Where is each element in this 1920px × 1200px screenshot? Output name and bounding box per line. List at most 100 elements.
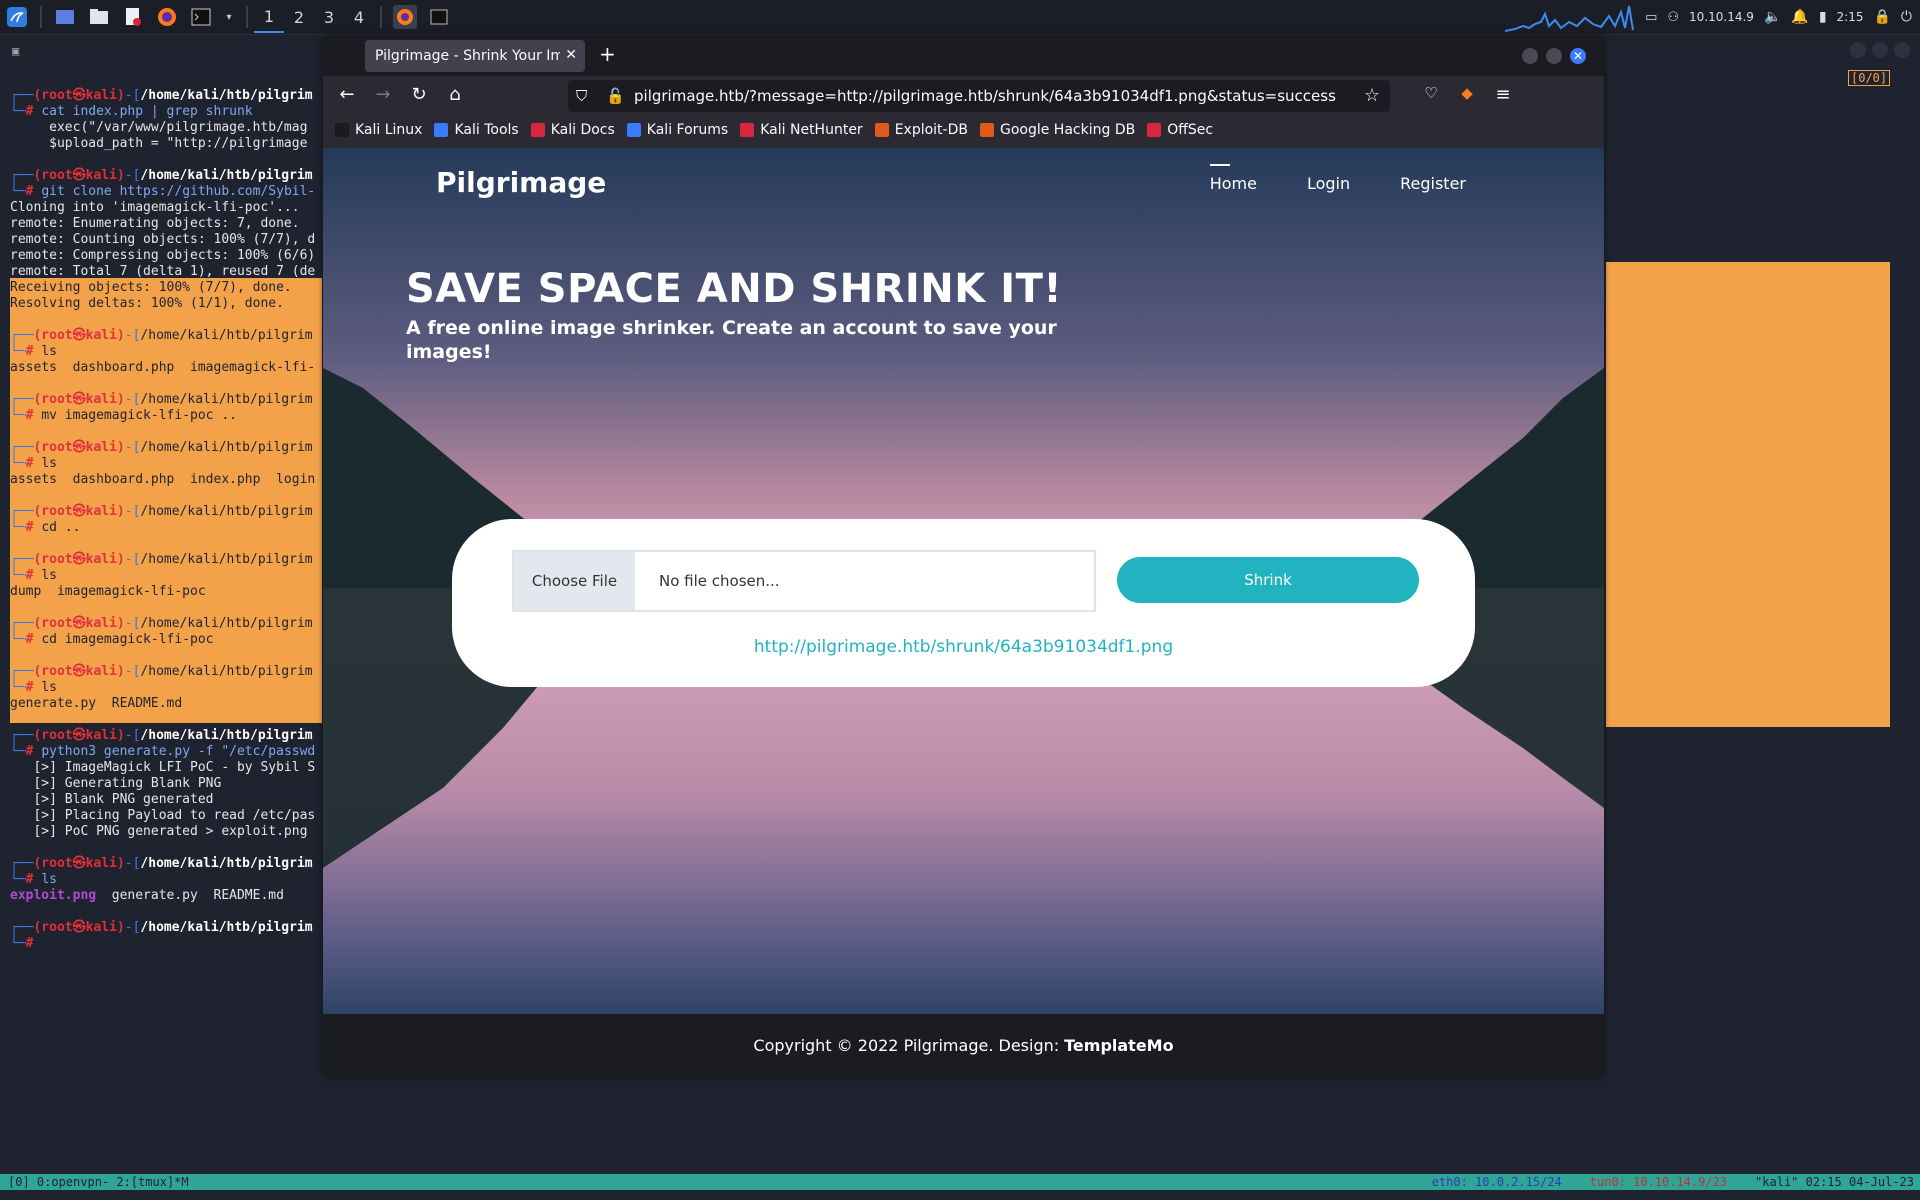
back-button[interactable]: ←: [335, 84, 359, 105]
power-icon[interactable]: ⏻: [1901, 9, 1912, 25]
taskbar-separator: [380, 6, 382, 28]
clock-label[interactable]: 2:15: [1837, 10, 1864, 24]
kali-forums-icon: [626, 123, 641, 137]
site-logo[interactable]: Pilgrimage: [436, 166, 606, 199]
bookmark-label: Kali Tools: [454, 122, 519, 138]
extension-fox-icon[interactable]: ◆: [1455, 84, 1479, 102]
workspace-4[interactable]: 4: [344, 2, 374, 32]
hero-subheadline: A free online image shrinker. Create an …: [406, 317, 1057, 363]
terminal-icon: ▣: [12, 44, 20, 58]
workspace-3[interactable]: 3: [314, 2, 344, 32]
browser-tab[interactable]: Pilgrimage - Shrink Your Images ✕: [365, 40, 585, 72]
tab-bar: Pilgrimage - Shrink Your Images ✕ + ✕: [323, 36, 1604, 76]
terminal-line: └─#: [10, 936, 42, 951]
bookmark-kali-linux[interactable]: Kali Linux: [335, 122, 422, 138]
bookmark-label: Kali Linux: [355, 122, 423, 138]
terminal-line: remote: Total 7 (delta 1), reused 7 (de: [10, 264, 316, 279]
terminal-line: remote: Compressing objects: 100% (6/6): [10, 248, 316, 263]
notification-bell-icon[interactable]: 🔔: [1791, 9, 1808, 25]
kali-tools-icon: [434, 123, 449, 137]
terminal-line: generate.py README.md: [10, 696, 183, 711]
bookmark-label: Exploit-DB: [894, 122, 968, 138]
bookmark-kali-tools[interactable]: Kali Tools: [434, 122, 519, 138]
close-tab-icon[interactable]: ✕: [565, 47, 577, 63]
ghdb-icon: [979, 123, 994, 137]
bookmark-exploit-db[interactable]: Exploit-DB: [874, 122, 968, 138]
terminal-line: assets dashboard.php index.php login: [10, 472, 316, 487]
mountain-lake-background: [323, 368, 1604, 868]
terminal-line: └─# cd imagemagick-lfi-poc: [10, 632, 214, 647]
reload-button[interactable]: ↻: [407, 84, 431, 105]
file-input[interactable]: Choose File No file chosen...: [512, 550, 1096, 612]
tmux-counter: [0/0]: [1848, 70, 1891, 86]
desktop-icon[interactable]: [53, 5, 77, 29]
terminal-line: └─# git clone https://github.com/Sybil-: [10, 184, 316, 199]
bookmark-kali-forums[interactable]: Kali Forums: [626, 122, 728, 138]
firefox-window: Pilgrimage - Shrink Your Images ✕ + ✕ ← …: [323, 36, 1604, 1076]
terminal-line: [>] Blank PNG generated: [10, 792, 214, 807]
terminal-line: [>] Generating Blank PNG: [10, 776, 222, 791]
terminal-line: ┌──(root㉿kali)-[/home/kali/htb/pilgrim: [10, 920, 313, 935]
kali-menu-icon[interactable]: [5, 5, 29, 29]
footer-templatemo-link[interactable]: TemplateMo: [1064, 1036, 1173, 1055]
terminal-icon[interactable]: [189, 5, 213, 29]
minimize-button[interactable]: [1522, 48, 1538, 64]
minimize-button[interactable]: [1850, 42, 1866, 58]
insecure-lock-icon[interactable]: 🔓: [606, 87, 625, 105]
bookmark-offsec[interactable]: OffSec: [1147, 122, 1213, 138]
maximize-button[interactable]: [1872, 42, 1888, 58]
bookmark-google-hacking-db[interactable]: Google Hacking DB: [979, 122, 1135, 138]
pocket-icon[interactable]: ♡: [1419, 84, 1443, 102]
workspace-1[interactable]: 1: [254, 1, 284, 33]
terminal-line: exec("/var/www/pilgrimage.htb/mag: [10, 120, 308, 135]
kali-nethunter-icon: [740, 123, 755, 137]
terminal-line: ┌──(root㉿kali)-[/home/kali/htb/pilgrim: [10, 392, 313, 407]
file-name-placeholder: No file chosen...: [659, 572, 780, 590]
terminal-line: └─# ls: [10, 456, 57, 471]
battery-icon: ▮: [1818, 9, 1827, 25]
terminal-line: ┌──(root㉿kali)-[/home/kali/htb/pilgrim: [10, 88, 313, 103]
bookmark-kali-docs[interactable]: Kali Docs: [530, 122, 615, 138]
shield-icon[interactable]: ⛉: [576, 87, 596, 105]
footer-copyright: Copyright © 2022 Pilgrimage. Design:: [753, 1035, 1060, 1055]
terminal-pane[interactable]: ▣ ┌──(root㉿kali)-[/home/kali/htb/pilgrim…: [0, 38, 322, 1168]
hero-section: Pilgrimage Home Login Register SAVE SPAC…: [323, 148, 1604, 1014]
lock-icon[interactable]: 🔒: [1873, 9, 1890, 25]
url-bar[interactable]: ⛉ 🔓 pilgrimage.htb/?message=http://pilgr…: [568, 80, 1390, 112]
choose-file-button[interactable]: Choose File: [514, 552, 635, 610]
shrink-button[interactable]: Shrink: [1117, 557, 1419, 603]
bookmarks-toolbar: Kali Linux Kali Tools Kali Docs Kali For…: [323, 116, 1604, 144]
firefox-window-icon[interactable]: [393, 5, 417, 29]
right-window-controls: [1850, 42, 1910, 58]
maximize-button[interactable]: [1546, 48, 1562, 64]
eth0-address: eth0: 10.0.2.15/24: [1431, 1175, 1562, 1189]
tun0-address: tun0: 10.10.14.9/23: [1589, 1175, 1728, 1189]
file-manager-icon[interactable]: [87, 5, 111, 29]
nav-home[interactable]: Home: [1209, 164, 1257, 193]
site-header: Pilgrimage Home Login Register: [323, 148, 1604, 218]
menu-icon[interactable]: ≡: [1491, 84, 1515, 105]
text-editor-icon[interactable]: [121, 5, 145, 29]
url-text[interactable]: pilgrimage.htb/?message=http://pilgrimag…: [634, 87, 1336, 105]
terminal-window-icon[interactable]: [427, 5, 451, 29]
terminal-line: dump imagemagick-lfi-poc: [10, 584, 206, 599]
nav-register[interactable]: Register: [1400, 174, 1466, 193]
forward-button[interactable]: →: [371, 84, 395, 105]
kali-linux-icon: [335, 123, 349, 137]
terminal-line: ┌──(root㉿kali)-[/home/kali/htb/pilgrim: [10, 856, 313, 871]
top-taskbar: ▾ 1 2 3 4 ▭ ⚇ 10.10.14.9 🔈 🔔 ▮ 2:15 🔒 ⏻: [0, 0, 1920, 35]
bookmark-kali-nethunter[interactable]: Kali NetHunter: [740, 122, 863, 138]
terminal-line: └─# ls: [10, 568, 57, 583]
firefox-icon[interactable]: [155, 5, 179, 29]
display-icon[interactable]: ▭: [1645, 10, 1657, 25]
workspace-2[interactable]: 2: [284, 2, 314, 32]
nav-login[interactable]: Login: [1307, 174, 1350, 193]
chevron-down-icon[interactable]: ▾: [223, 5, 235, 29]
shrunk-image-link[interactable]: http://pilgrimage.htb/shrunk/64a3b91034d…: [452, 637, 1475, 657]
close-button[interactable]: [1894, 42, 1910, 58]
new-tab-button[interactable]: +: [599, 42, 616, 66]
volume-icon[interactable]: 🔈: [1764, 9, 1781, 25]
close-window-button[interactable]: ✕: [1570, 48, 1586, 64]
bookmark-star-icon[interactable]: ☆: [1364, 85, 1380, 106]
home-button[interactable]: ⌂: [443, 84, 467, 105]
